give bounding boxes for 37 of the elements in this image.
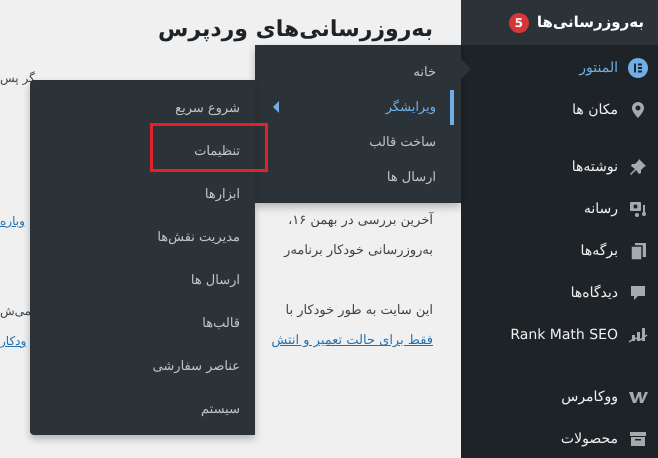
page-title: به‌روزرسانی‌های وردپرس [157, 16, 433, 44]
bar-chart-icon [628, 325, 648, 345]
link[interactable]: وباره [0, 212, 25, 230]
flyout-menu-item[interactable]: ویرایشگر [255, 90, 461, 125]
comment-icon [628, 283, 648, 303]
elementor-icon [628, 58, 648, 78]
archive-box-icon [628, 429, 648, 449]
current-indicator [450, 90, 454, 125]
paragraph-text: این سایت به طور خودکار با [285, 302, 433, 320]
sidebar-menu-item[interactable]: مکان ها [461, 89, 658, 131]
submenu-item[interactable]: ارسال ها [30, 259, 255, 302]
submenu-arrow-icon [273, 101, 279, 113]
submenu-item[interactable]: ابزارها [30, 173, 255, 216]
sidebar-menu-item[interactable]: رسانه [461, 188, 658, 230]
sidebar-menu-item[interactable]: Rank Math SEO [461, 314, 658, 356]
paragraph-text: آخرین بررسی در بهمن ۱۶، [288, 211, 433, 230]
sidebar-menu-item[interactable]: ووکامرس [461, 376, 658, 418]
sidebar-menu-item[interactable]: محصولات [461, 418, 658, 458]
sidebar-menu-item[interactable]: برگه‌ها [461, 230, 658, 272]
paragraph-text: به‌روزرسانی خودکار برنامه‌ر [284, 242, 433, 260]
submenu-item[interactable]: مدیریت نقش‌ها [30, 216, 255, 259]
submenu-item[interactable]: قالب‌ها [30, 302, 255, 345]
paragraph-text: گر پس [0, 70, 35, 87]
submenu-item[interactable]: سیستم [30, 388, 255, 431]
flyout-menu-item[interactable]: ارسال ها [255, 160, 461, 195]
sidebar-menu-item[interactable]: دیدگاه‌ها [461, 272, 658, 314]
sidebar-menu-item[interactable]: المنتور [461, 47, 658, 89]
pushpin-icon [628, 157, 648, 177]
submenu-item[interactable]: تنظیمات [30, 130, 255, 173]
sidebar-menu-item[interactable]: نوشته‌ها [461, 146, 658, 188]
paragraph-text: می‌ش [0, 303, 32, 320]
count-badge: 5 [508, 12, 529, 32]
media-icon [628, 199, 648, 219]
link[interactable]: فقط برای حالت تعمیر و انتش [271, 331, 433, 351]
flyout-menu-item[interactable]: خانه [255, 55, 461, 90]
flyout-menu-item[interactable]: ساخت قالب [255, 125, 461, 160]
submenu-item[interactable]: عناصر سفارشی [30, 345, 255, 388]
